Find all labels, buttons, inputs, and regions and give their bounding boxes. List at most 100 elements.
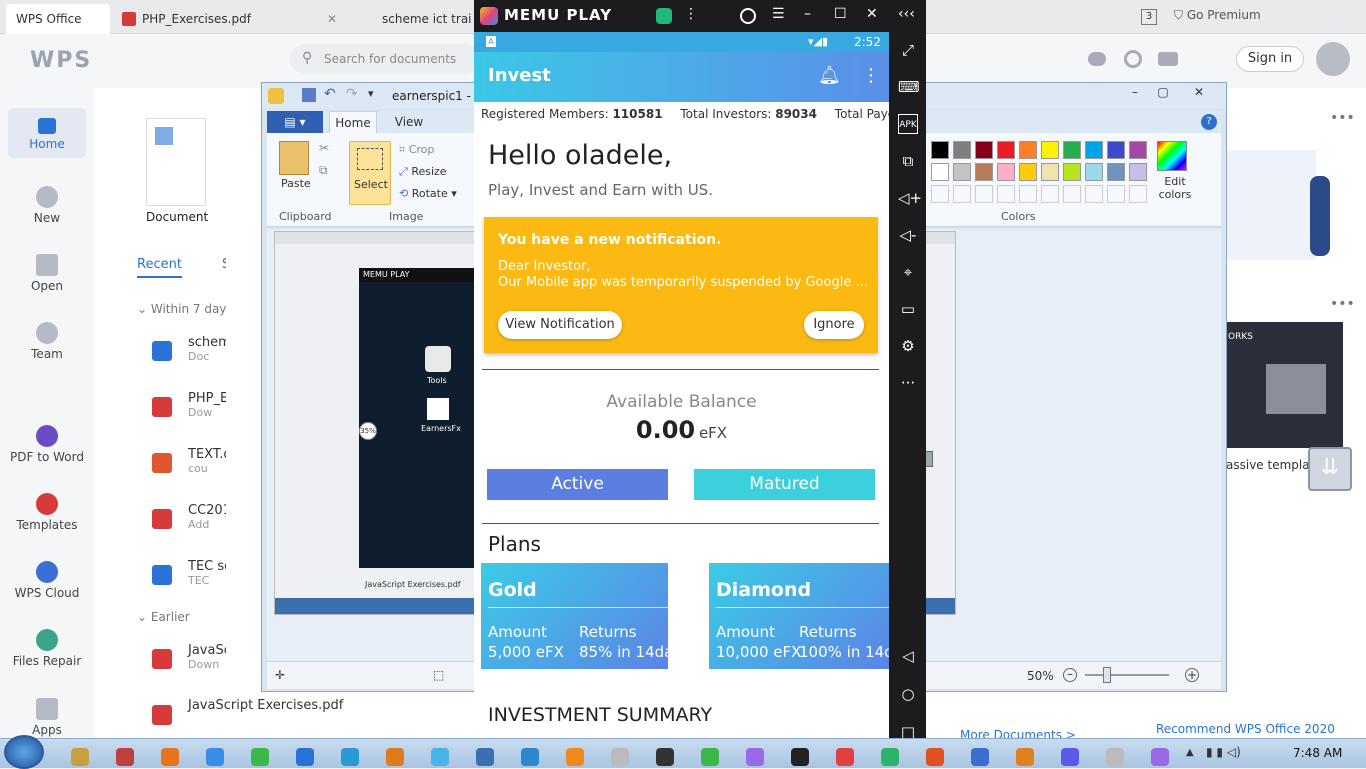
taskbar-button[interactable] (1050, 742, 1090, 768)
location-icon[interactable]: ⌖ (898, 262, 918, 282)
color-swatch[interactable] (953, 141, 971, 159)
taskbar-button[interactable] (375, 742, 415, 768)
active-button[interactable]: Active (487, 469, 668, 500)
document-thumbnail[interactable] (146, 118, 206, 206)
redo-icon[interactable]: ↷ (346, 86, 358, 102)
minimize-button[interactable]: – (1122, 85, 1148, 101)
maximize-button[interactable]: ☐ (834, 6, 847, 22)
paste-button[interactable]: Paste (281, 177, 311, 190)
sidebar-item-pdf-to-word[interactable]: PDF to Word (0, 425, 94, 464)
more-icon[interactable]: ··· (898, 373, 918, 393)
select-button[interactable]: Select (349, 141, 391, 205)
close-button[interactable]: ✕ (866, 6, 878, 22)
taskbar-button[interactable] (1005, 742, 1045, 768)
taskbar-button[interactable] (645, 742, 685, 768)
undo-icon[interactable]: ↶ (324, 86, 336, 102)
taskbar-button[interactable] (330, 742, 370, 768)
apk-icon[interactable]: APK (898, 114, 918, 134)
folder-icon[interactable]: ▭ (898, 299, 918, 319)
shirt-icon[interactable] (1158, 52, 1178, 66)
color-swatch[interactable] (1063, 163, 1081, 181)
taskbar-button[interactable] (780, 742, 820, 768)
custom-color-slot[interactable] (1107, 185, 1125, 203)
color-swatch[interactable] (975, 163, 993, 181)
color-swatch[interactable] (1107, 163, 1125, 181)
overflow-menu-icon[interactable]: ⋮ (862, 65, 880, 86)
settings-icon[interactable]: ⚙ (898, 336, 918, 356)
color-swatch[interactable] (1129, 163, 1147, 181)
zoom-in-button[interactable]: + (1185, 668, 1199, 682)
scroll-down-icon[interactable]: ⇊ (1308, 447, 1352, 491)
color-swatch[interactable] (1129, 141, 1147, 159)
go-premium-link[interactable]: ⛉ Go Premium (1174, 8, 1261, 23)
taskbar-button[interactable] (150, 742, 190, 768)
custom-color-slot[interactable] (1085, 185, 1103, 203)
matured-button[interactable]: Matured (694, 469, 875, 500)
taskbar-button[interactable] (240, 742, 280, 768)
list-item[interactable]: TEC sc TEC (188, 559, 231, 587)
bell-icon[interactable]: 🔔︎ (818, 65, 841, 86)
memu-app-icon[interactable] (656, 8, 672, 24)
taskbar-button[interactable] (690, 742, 730, 768)
maximize-button[interactable]: ▢ (1150, 85, 1176, 101)
taskbar-button[interactable] (1095, 742, 1135, 768)
taskbar-button[interactable] (870, 742, 910, 768)
color-swatch[interactable] (931, 141, 949, 159)
paste-icon[interactable] (279, 141, 309, 175)
taskbar-button[interactable] (105, 742, 145, 768)
sidebar-item-templates[interactable]: Templates (0, 493, 94, 532)
tab-count-badge[interactable]: 3 (1141, 9, 1157, 25)
taskbar-button[interactable] (420, 742, 460, 768)
color-swatch[interactable] (1041, 163, 1059, 181)
ignore-button[interactable]: Ignore (804, 311, 864, 339)
plan-card-gold[interactable]: Gold Amount Returns 5,000 eFX 85% in 14d… (481, 563, 668, 669)
gear-icon[interactable] (1124, 50, 1142, 68)
plan-card-diamond[interactable]: Diamond Amount Returns 10,000 eFX 100% i… (709, 563, 889, 669)
chat-icon[interactable] (1088, 52, 1106, 66)
start-button[interactable] (4, 735, 44, 769)
file-menu-button[interactable]: ▤ ▾ (267, 111, 323, 133)
custom-color-slot[interactable] (953, 185, 971, 203)
tab-recent[interactable]: Recent (137, 257, 182, 278)
taskbar-button[interactable] (600, 742, 640, 768)
new-document-label[interactable]: Document (146, 210, 208, 224)
tab-home[interactable]: Home (329, 111, 377, 133)
taskbar-button[interactable] (510, 742, 550, 768)
account-icon[interactable] (740, 8, 756, 24)
tray-icons[interactable]: ▮ ▮ ◁) (1206, 745, 1241, 759)
color-swatch[interactable] (1019, 163, 1037, 181)
tab-wps-office[interactable]: WPS Office (6, 4, 110, 34)
rotate-button[interactable]: ⟲ Rotate ▾ (399, 187, 457, 200)
minimize-button[interactable]: – (804, 6, 811, 22)
list-item[interactable]: schem Doc (188, 335, 231, 363)
resize-button[interactable]: ⤢ Resize (399, 165, 447, 179)
clock[interactable]: 7:48 AM (1293, 746, 1342, 760)
more-icon[interactable]: ••• (1330, 296, 1355, 312)
taskbar-button[interactable] (60, 742, 100, 768)
color-swatch[interactable] (1041, 141, 1059, 159)
more-icon[interactable]: ••• (1330, 110, 1355, 126)
taskbar-button[interactable] (1140, 742, 1180, 768)
sidebar-item-apps[interactable]: Apps (0, 698, 94, 737)
color-swatch[interactable] (953, 163, 971, 181)
color-swatch[interactable] (1019, 141, 1037, 159)
custom-color-slot[interactable] (1019, 185, 1037, 203)
custom-color-slot[interactable] (997, 185, 1015, 203)
collapse-sidebar-icon[interactable]: ‹‹‹ (898, 6, 915, 22)
sign-in-button[interactable]: Sign in (1236, 46, 1304, 72)
sidebar-item-wps-cloud[interactable]: WPS Cloud (0, 561, 94, 600)
tab-view[interactable]: View (385, 111, 433, 133)
more-vertical-icon[interactable]: ⋮ (684, 6, 698, 22)
fullscreen-icon[interactable]: ⤢ (898, 40, 918, 60)
taskbar-button[interactable] (960, 742, 1000, 768)
sidebar-item-home[interactable]: Home (0, 118, 94, 151)
color-swatch[interactable] (1063, 141, 1081, 159)
add-window-icon[interactable]: ⧉ (898, 151, 918, 171)
crop-button[interactable]: ⌗ Crop (399, 143, 434, 157)
recommend-link[interactable]: Recommend WPS Office 2020 (1156, 722, 1335, 736)
color-swatch[interactable] (1107, 141, 1125, 159)
list-item[interactable]: JavaScript Exercises.pdf (188, 698, 343, 713)
keyboard-icon[interactable]: ⌨ (898, 77, 920, 97)
volume-up-icon[interactable]: ◁+ (898, 188, 922, 208)
color-swatch[interactable] (1085, 163, 1103, 181)
